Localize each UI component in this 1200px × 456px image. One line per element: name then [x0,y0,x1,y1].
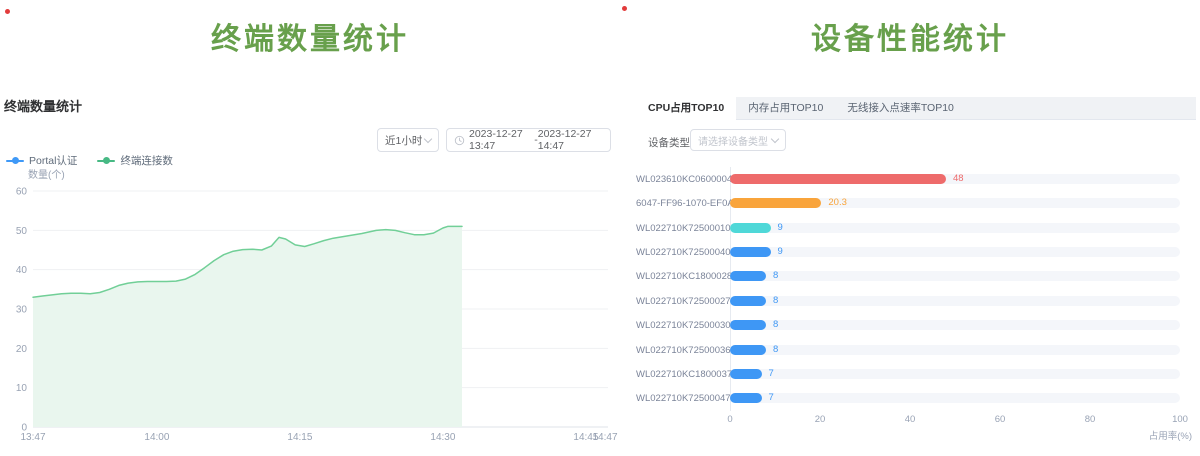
bar [730,223,771,233]
cpu-top10-bar-chart: WL023610KC06000043 486047-FF96-1070-EF0A… [636,167,1196,452]
page-title-terminal-count: 终端数量统计 [0,14,620,58]
clock-icon [454,135,465,146]
bar-row-7: WL022710K725000369 8 [636,338,1196,362]
bar-value-label: 48 [953,174,964,184]
chevron-down-icon [771,134,779,142]
legend-label: 终端连接数 [120,153,173,168]
x-tick-label: 14:47 [592,432,617,443]
x-tick-label: 80 [1070,414,1110,425]
bar-value-label: 8 [773,271,778,281]
device-type-select[interactable]: 请选择设备类型 [690,129,786,151]
device-type-label: 设备类型 [648,135,690,150]
device-name-label: WL022710K725000409 [636,247,726,258]
device-name-label: WL022710K725000470 [636,393,726,404]
bar-value-label: 9 [778,223,783,233]
bar-value-label: 8 [773,320,778,330]
device-name-label: WL022710KC18000372 [636,369,726,380]
date-range-end: 2023-12-27 14:47 [538,128,603,152]
legend-marker-icon [6,160,24,162]
tab-1[interactable]: 内存占用TOP10 [736,97,835,120]
device-type-placeholder: 请选择设备类型 [698,133,768,148]
x-tick-label: 20 [800,414,840,425]
device-name-label: WL023610KC06000043 [636,174,726,185]
x-tick-label: 0 [710,414,750,425]
x-tick-label: 14:00 [144,432,169,443]
y-tick-label: 10 [16,383,28,394]
bar-row-6: WL022710K725000307 8 [636,313,1196,337]
bar-row-1: 6047-FF96-1070-EF0A 20.3 [636,191,1196,215]
performance-tabbar: CPU占用TOP10内存占用TOP10无线接入点速率TOP10 [636,97,1196,120]
time-range-select[interactable]: 近1小时 [377,128,439,152]
dashboard: 终端数量统计 设备性能统计 终端数量统计 近1小时 2023-12-27 13:… [0,0,1200,456]
device-name-label: WL022710KC18000280 [636,271,726,282]
y-tick-label: 60 [16,187,28,198]
y-tick-label: 30 [16,305,28,316]
device-name-label: WL022710K725000272 [636,296,726,307]
x-axis-title: 占用率(%) [1092,428,1192,442]
bar [730,393,762,403]
bar [730,198,821,208]
device-name-label: WL022710K725000102 [636,223,726,234]
y-tick-label: 20 [16,344,28,355]
bar-track [730,296,1180,306]
device-name-label: WL022710K725000307 [636,320,726,331]
bar-value-label: 9 [778,247,783,257]
bar-value-label: 8 [773,296,778,306]
x-tick-label: 14:15 [287,432,312,443]
y-tick-label: 40 [16,265,28,276]
date-range-start: 2023-12-27 13:47 [469,128,534,152]
chevron-down-icon [424,134,432,142]
panel-header-terminal-count: 终端数量统计 [4,96,82,115]
bar-track [730,369,1180,379]
bar-row-4: WL022710KC18000280 8 [636,264,1196,288]
bar-value-label: 7 [769,369,774,379]
bar-value-label: 8 [773,345,778,355]
bar-track [730,223,1180,233]
device-name-label: 6047-FF96-1070-EF0A [636,198,726,209]
bar-row-9: WL022710K725000470 7 [636,386,1196,410]
terminal-count-area-chart: 010203040506013:4714:0014:1514:3014:4514… [0,178,620,456]
y-tick-label: 50 [16,226,28,237]
x-tick-label: 60 [980,414,1020,425]
legend-item-1[interactable]: 终端连接数 [97,153,173,168]
bar-row-2: WL022710K725000102 9 [636,216,1196,240]
bar-track [730,345,1180,355]
bar-track [730,271,1180,281]
page-title-device-performance: 设备性能统计 [620,14,1200,58]
bar [730,369,762,379]
time-range-select-value: 近1小时 [385,133,422,148]
red-marker-dot-right [622,6,627,11]
bar [730,247,771,257]
tab-0[interactable]: CPU占用TOP10 [636,97,736,120]
bar [730,174,946,184]
bar-row-0: WL023610KC06000043 48 [636,167,1196,191]
bar-row-8: WL022710KC18000372 7 [636,362,1196,386]
x-tick-label: 40 [890,414,930,425]
x-tick-label: 100 [1160,414,1200,425]
bar-row-3: WL022710K725000409 9 [636,240,1196,264]
area-fill [33,226,462,427]
bar-row-5: WL022710K725000272 8 [636,289,1196,313]
bar-value-label: 7 [769,393,774,403]
legend-marker-icon [97,160,115,162]
bar-track [730,247,1180,257]
bar [730,320,766,330]
x-tick-label: 14:30 [430,432,455,443]
bar-track [730,393,1180,403]
date-range-picker[interactable]: 2023-12-27 13:47 - 2023-12-27 14:47 [446,128,611,152]
bar [730,296,766,306]
bar [730,345,766,355]
bar-track [730,320,1180,330]
bar-value-label: 20.3 [828,198,847,208]
x-tick-label: 13:47 [20,432,45,443]
device-name-label: WL022710K725000369 [636,345,726,356]
bar [730,271,766,281]
tab-2[interactable]: 无线接入点速率TOP10 [835,97,966,120]
